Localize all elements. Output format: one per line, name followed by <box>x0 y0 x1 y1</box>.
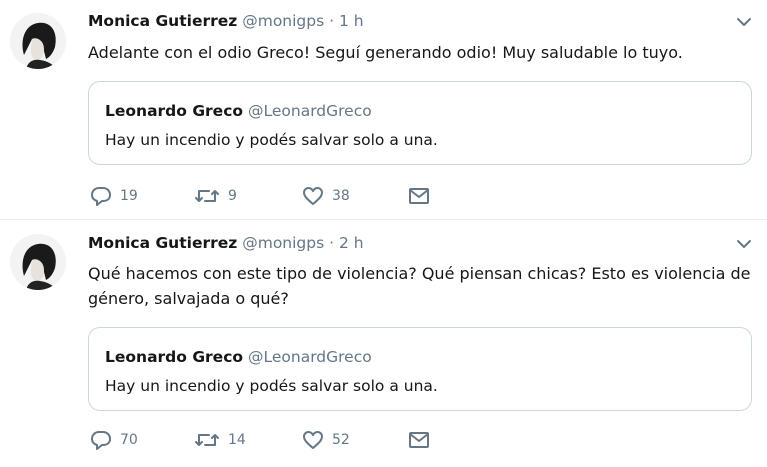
quoted-tweet-text: Hay un incendio y podés salvar solo a un… <box>105 377 438 395</box>
timestamp[interactable]: 2 h <box>339 234 364 252</box>
avatar[interactable] <box>10 13 66 69</box>
like-count: 52 <box>332 432 350 448</box>
author-name[interactable]: Monica Gutierrez <box>88 234 237 252</box>
envelope-icon <box>409 432 429 448</box>
chevron-down-icon[interactable] <box>734 236 754 252</box>
retweet-icon <box>195 190 219 202</box>
reply-button[interactable]: 19 <box>90 184 138 208</box>
retweet-count: 14 <box>228 432 246 448</box>
direct-message-button[interactable] <box>408 428 430 452</box>
reply-icon <box>91 431 111 450</box>
quoted-tweet-header: Leonardo Greco @LeonardGreco <box>105 347 372 367</box>
heart-icon <box>303 431 323 449</box>
quoted-author-name: Leonardo Greco <box>105 102 244 120</box>
reply-icon <box>91 187 111 206</box>
reply-button[interactable]: 70 <box>90 428 138 452</box>
reply-count: 70 <box>120 432 138 448</box>
timestamp[interactable]: 1 h <box>339 12 364 30</box>
author-handle[interactable]: @monigps <box>242 12 324 30</box>
tweet-header: Monica Gutierrez @monigps · 2 h <box>88 232 364 254</box>
avatar-image <box>10 234 66 290</box>
envelope-icon <box>409 188 429 204</box>
retweet-icon <box>195 434 219 446</box>
author-name[interactable]: Monica Gutierrez <box>88 12 237 30</box>
like-count: 38 <box>332 188 350 204</box>
quoted-tweet[interactable]: Leonardo Greco @LeonardGreco Hay un ince… <box>88 81 752 165</box>
reply-count: 19 <box>120 188 138 204</box>
retweet-button[interactable]: 14 <box>194 428 246 452</box>
retweet-button[interactable]: 9 <box>194 184 237 208</box>
separator: · <box>329 12 335 30</box>
heart-icon <box>303 187 323 205</box>
tweet-actions: 19 9 38 <box>88 184 448 208</box>
tweet-text: Qué hacemos con este tipo de violencia? … <box>88 264 751 308</box>
avatar-image <box>10 13 66 69</box>
retweet-count: 9 <box>228 188 237 204</box>
tweet-header: Monica Gutierrez @monigps · 1 h <box>88 10 364 32</box>
quoted-tweet[interactable]: Leonardo Greco @LeonardGreco Hay un ince… <box>88 327 752 411</box>
quoted-author-handle: @LeonardGreco <box>247 102 372 120</box>
tweet[interactable]: Monica Gutierrez @monigps · 2 h Qué hace… <box>0 220 767 467</box>
quoted-author-handle: @LeonardGreco <box>247 348 372 366</box>
quoted-tweet-header: Leonardo Greco @LeonardGreco <box>105 101 372 121</box>
quoted-tweet-text: Hay un incendio y podés salvar solo a un… <box>105 131 438 149</box>
like-button[interactable]: 38 <box>302 184 350 208</box>
like-button[interactable]: 52 <box>302 428 350 452</box>
author-handle[interactable]: @monigps <box>242 234 324 252</box>
tweet-actions: 70 14 52 <box>88 428 448 452</box>
chevron-down-icon[interactable] <box>734 14 754 30</box>
separator: · <box>329 234 335 252</box>
quoted-author-name: Leonardo Greco <box>105 348 244 366</box>
tweet[interactable]: Monica Gutierrez @monigps · 1 h Adelante… <box>0 0 767 220</box>
direct-message-button[interactable] <box>408 184 430 208</box>
avatar[interactable] <box>10 234 66 290</box>
tweet-text: Adelante con el odio Greco! Seguí genera… <box>88 43 683 62</box>
